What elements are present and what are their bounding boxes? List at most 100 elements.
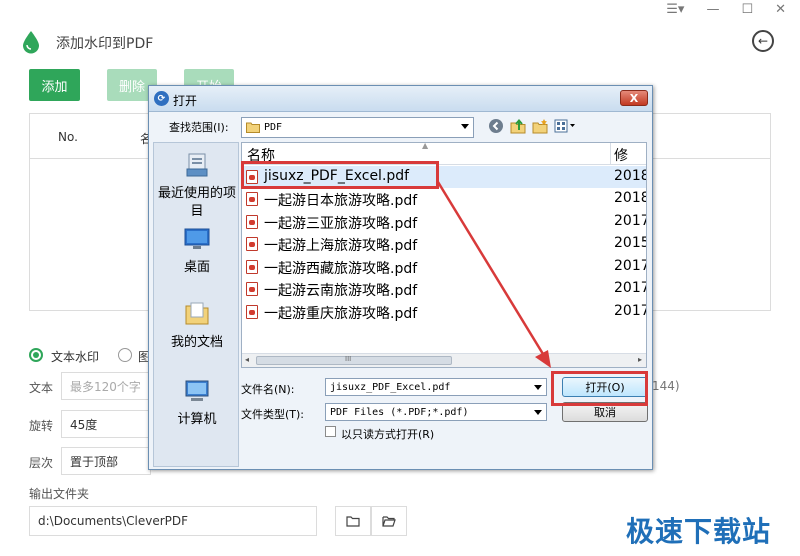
sort-ascending-icon: ▲ — [422, 142, 429, 150]
app-title: 添加水印到PDF — [56, 36, 154, 52]
browse-folder-button[interactable] — [335, 506, 371, 536]
view-menu-icon[interactable] — [553, 117, 577, 135]
file-name: 一起游上海旅游攻略.pdf — [264, 238, 418, 254]
site-watermark: 极速下载站 — [626, 515, 772, 548]
rotate-select[interactable]: 45度 — [61, 410, 151, 438]
horizontal-scrollbar[interactable]: ◂ III ▸ — [242, 353, 646, 367]
file-date: 2017 — [614, 258, 647, 274]
up-folder-icon[interactable] — [509, 117, 527, 135]
readonly-checkbox[interactable] — [325, 426, 336, 437]
computer-icon — [185, 380, 209, 401]
look-in-combo[interactable]: PDF — [241, 117, 474, 138]
pdf-file-icon — [246, 260, 258, 274]
file-name: 一起游重庆旅游攻略.pdf — [264, 306, 418, 322]
pdf-file-icon — [246, 192, 258, 206]
chevron-down-icon[interactable] — [534, 410, 542, 415]
folder-icon — [246, 122, 260, 133]
column-no: No. — [58, 130, 78, 144]
arrow-left-icon: ← — [757, 34, 769, 48]
scroll-grip: III — [345, 355, 352, 363]
open-folder-button[interactable] — [371, 506, 407, 536]
place-documents-label: 我的文档 — [170, 335, 223, 350]
place-desktop-label: 桌面 — [183, 260, 210, 275]
filetype-value: PDF Files (*.PDF;*.pdf) — [330, 406, 469, 418]
scroll-right-icon[interactable]: ▸ — [638, 355, 642, 364]
column-divider — [610, 143, 611, 165]
place-computer[interactable]: 计算机 — [154, 377, 238, 429]
recent-items-icon — [186, 153, 208, 177]
minimize-icon[interactable]: — — [706, 2, 719, 17]
pdf-file-icon — [246, 305, 258, 319]
file-date: 2018 — [614, 190, 647, 206]
documents-folder-icon — [185, 302, 209, 325]
scroll-left-icon[interactable]: ◂ — [245, 355, 249, 364]
chevron-down-icon — [461, 124, 469, 129]
file-row[interactable]: 一起游西藏旅游攻略.pdf 2017 — [242, 256, 647, 278]
filename-label: 文件名(N): — [241, 383, 295, 396]
file-name: 一起游日本旅游攻略.pdf — [264, 193, 418, 209]
place-computer-label: 计算机 — [177, 412, 217, 427]
text-input[interactable]: 最多120个字 — [61, 372, 151, 400]
dialog-close-button[interactable]: X — [620, 90, 648, 106]
dialog-titlebar: ⟳ 打开 X — [149, 86, 652, 112]
add-button[interactable]: 添加 — [29, 69, 80, 101]
droplet-logo-icon — [23, 31, 39, 54]
file-date: 2017 — [614, 280, 647, 296]
look-in-label: 查找范围(I): — [169, 121, 229, 134]
look-in-value: PDF — [264, 122, 283, 133]
nav-toolbar — [487, 117, 577, 135]
folder-open-icon — [382, 516, 396, 527]
places-bar: 最近使用的项目 桌面 我的文档 计算机 — [153, 142, 239, 467]
file-name: 一起游西藏旅游攻略.pdf — [264, 261, 418, 277]
file-row[interactable]: 一起游重庆旅游攻略.pdf 2017 — [242, 301, 647, 323]
image-watermark-radio[interactable] — [118, 348, 132, 362]
dialog-app-icon: ⟳ — [154, 91, 169, 106]
file-highlight-box — [241, 161, 439, 189]
close-icon[interactable]: ✕ — [775, 2, 786, 17]
window-controls: ☰▾ — ☐ ✕ — [666, 2, 786, 17]
menu-icon[interactable]: ☰▾ — [666, 2, 684, 17]
readonly-label: 以只读方式打开(R) — [341, 428, 435, 441]
back-button[interactable]: ← — [752, 30, 774, 52]
pdf-file-icon — [246, 237, 258, 251]
back-nav-icon[interactable] — [487, 117, 505, 135]
folder-icon — [346, 516, 360, 527]
filetype-label: 文件类型(T): — [241, 408, 305, 421]
output-path-field[interactable]: d:\Documents\CleverPDF — [29, 506, 317, 536]
scrollbar-thumb[interactable]: III — [256, 355, 452, 365]
chevron-down-icon[interactable] — [534, 385, 542, 390]
dialog-title: 打开 — [173, 94, 198, 108]
text-hint: 144) — [652, 379, 680, 393]
layer-label: 层次 — [29, 456, 54, 470]
text-watermark-label: 文本水印 — [51, 350, 100, 364]
file-name: 一起游三亚旅游攻略.pdf — [264, 216, 418, 232]
place-recent-label: 最近使用的项目 — [157, 186, 236, 219]
layer-select[interactable]: 置于顶部 — [61, 447, 151, 475]
filename-value: jisuxz_PDF_Excel.pdf — [330, 381, 451, 393]
desktop-icon — [184, 228, 210, 249]
file-date: 2017 — [614, 213, 647, 229]
text-watermark-radio[interactable] — [29, 348, 43, 362]
filename-input[interactable]: jisuxz_PDF_Excel.pdf — [325, 378, 547, 396]
pdf-file-icon — [246, 215, 258, 229]
new-folder-icon[interactable] — [531, 117, 549, 135]
rotate-label: 旋转 — [29, 419, 54, 433]
open-button-highlight-box — [551, 371, 648, 406]
maximize-icon[interactable]: ☐ — [741, 2, 753, 17]
place-recent[interactable]: 最近使用的项目 — [154, 151, 238, 221]
filetype-select[interactable]: PDF Files (*.PDF;*.pdf) — [325, 403, 547, 421]
place-desktop[interactable]: 桌面 — [154, 225, 238, 277]
file-row[interactable]: 一起游上海旅游攻略.pdf 2015 — [242, 233, 647, 255]
file-date: 2017 — [614, 303, 647, 319]
pdf-file-icon — [246, 282, 258, 296]
text-label: 文本 — [29, 381, 54, 395]
file-row[interactable]: 一起游云南旅游攻略.pdf 2017 — [242, 278, 647, 300]
file-name: 一起游云南旅游攻略.pdf — [264, 283, 418, 299]
file-row[interactable]: 一起游三亚旅游攻略.pdf 2017 — [242, 211, 647, 233]
file-date: 2018 — [614, 168, 647, 184]
open-file-dialog: ⟳ 打开 X 查找范围(I): PDF 最近使用的项目 桌面 我的文档 计算机 — [148, 85, 653, 470]
file-row[interactable]: 一起游日本旅游攻略.pdf 2018 — [242, 188, 647, 210]
file-date: 2015 — [614, 235, 647, 251]
place-documents[interactable]: 我的文档 — [154, 300, 238, 352]
output-folder-label: 输出文件夹 — [29, 487, 90, 501]
